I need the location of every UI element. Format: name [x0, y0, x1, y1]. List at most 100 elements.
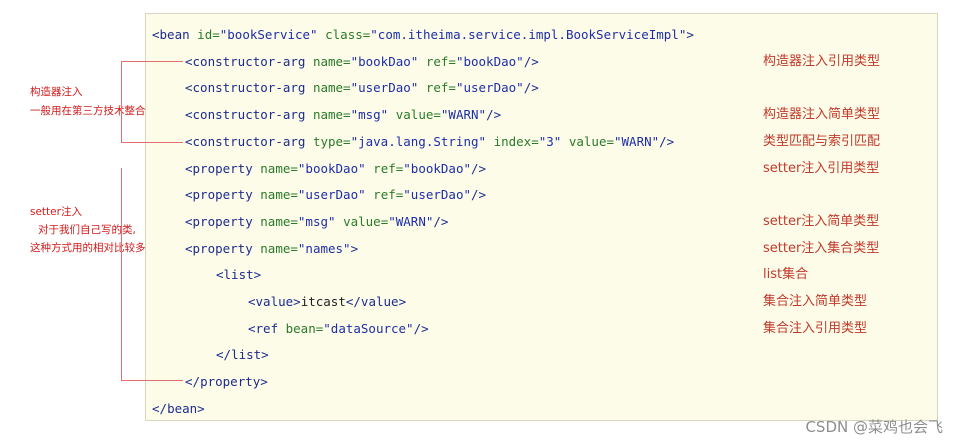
code-value: "bookDao" [297, 161, 366, 176]
code-attr: name= [252, 161, 298, 176]
code-attr: name= [252, 241, 298, 256]
code-token: < [152, 27, 160, 42]
code-tag: property [192, 241, 253, 256]
code-value: "dataSource" [323, 321, 414, 336]
note-collection-simple: 集合注入简单类型 [763, 294, 868, 309]
code-attr: index= [486, 134, 539, 149]
code-token: > [261, 347, 269, 362]
code-token: /> [471, 187, 487, 202]
code-line-value: <value>itcast</value> [248, 291, 406, 313]
code-token: > [197, 401, 205, 416]
code-tag: list [223, 267, 254, 282]
setter-bracket-vertical [121, 168, 122, 381]
code-tag: constructor-arg [192, 80, 306, 95]
code-line-prop-userdao: <property name="userDao" ref="userDao"/> [185, 184, 486, 206]
code-attr: bean= [278, 321, 324, 336]
note-setter-collection: setter注入集合类型 [763, 241, 880, 256]
code-token: < [185, 80, 193, 95]
code-token: < [248, 321, 256, 336]
code-attr: name= [305, 80, 351, 95]
code-attr: ref= [418, 54, 456, 69]
code-tag: list [231, 347, 262, 362]
code-token: </ [152, 401, 168, 416]
code-line-prop-msg: <property name="msg" value="WARN"/> [185, 211, 448, 233]
code-attr: name= [252, 187, 298, 202]
code-value: "userDao" [350, 80, 419, 95]
code-token: < [185, 134, 193, 149]
code-token: < [185, 107, 193, 122]
code-attr: ref= [365, 161, 404, 176]
code-value: "com.itheima.service.impl.BookServiceImp… [370, 27, 687, 42]
code-value: "msg" [350, 107, 389, 122]
code-token: < [216, 267, 224, 282]
ctor-bracket-bottom [121, 142, 183, 143]
code-value: "WARN" [614, 134, 660, 149]
code-line-property-close: </property> [185, 371, 268, 393]
code-line-ctor-msg: <constructor-arg name="msg" value="WARN"… [185, 104, 501, 126]
code-token: < [185, 187, 193, 202]
note-ctor-ref: 构造器注入引用类型 [763, 54, 881, 69]
code-token: /> [523, 80, 539, 95]
code-token: > [398, 294, 407, 309]
code-tag: constructor-arg [192, 107, 306, 122]
code-attr: ref= [365, 187, 404, 202]
code-line-list-close: </list> [216, 344, 269, 366]
code-token: /> [433, 214, 449, 229]
code-line-prop-bookdao: <property name="bookDao" ref="bookDao"/> [185, 158, 486, 180]
note-ctor-simple: 构造器注入简单类型 [763, 107, 881, 122]
code-tag: constructor-arg [192, 54, 306, 69]
code-attr: type= [305, 134, 351, 149]
code-token: < [185, 241, 193, 256]
code-token: /> [659, 134, 675, 149]
code-attr: name= [305, 54, 351, 69]
code-token: /> [413, 321, 429, 336]
note-collection-ref: 集合注入引用类型 [763, 321, 868, 336]
code-token: < [185, 214, 193, 229]
code-line-ctor-userdao: <constructor-arg name="userDao" ref="use… [185, 77, 539, 99]
code-tag: constructor-arg [192, 134, 306, 149]
code-line-ref: <ref bean="dataSource"/> [248, 318, 429, 340]
code-tag: ref [255, 321, 279, 336]
code-line-bean-open: <bean id="bookService" class="com.itheim… [152, 24, 694, 46]
code-token: > [253, 267, 262, 282]
code-line-ctor-bookdao: <constructor-arg name="bookDao" ref="boo… [185, 51, 539, 73]
ctor-bracket-vertical [121, 61, 122, 143]
code-attr: class= [317, 27, 371, 42]
code-value: "WARN" [440, 107, 487, 122]
code-text: itcast [300, 294, 346, 309]
note-setter-simple: setter注入简单类型 [763, 214, 880, 229]
code-tag: property [192, 187, 253, 202]
code-value: "msg" [297, 214, 336, 229]
code-line-list-open: <list> [216, 264, 261, 286]
side-setter-title: setter注入 [30, 206, 82, 218]
code-token: < [185, 54, 193, 69]
code-attr: name= [305, 107, 351, 122]
code-attr: ref= [418, 80, 456, 95]
code-token: </ [216, 347, 232, 362]
code-tag: property [192, 161, 253, 176]
code-line-bean-close: </bean> [152, 398, 205, 420]
code-attr: id= [189, 27, 220, 42]
code-token: > [686, 27, 694, 42]
code-tag: bean [167, 401, 198, 416]
watermark: CSDN @菜鸡也会飞 [805, 418, 943, 436]
code-token: /> [523, 54, 539, 69]
note-type-index: 类型匹配与索引匹配 [763, 134, 881, 149]
code-token: </ [185, 374, 201, 389]
code-value: "bookService" [219, 27, 318, 42]
code-value: "userDao" [455, 80, 524, 95]
ctor-bracket-top [121, 61, 183, 62]
setter-bracket-bottom [121, 380, 183, 381]
code-value: "bookDao" [350, 54, 419, 69]
note-setter-ref: setter注入引用类型 [763, 161, 880, 176]
code-token: > [293, 294, 301, 309]
code-value: "java.lang.String" [350, 134, 487, 149]
code-token: > [350, 241, 359, 256]
code-value: "bookDao" [403, 161, 472, 176]
code-token: < [248, 294, 256, 309]
code-value: "names" [297, 241, 351, 256]
code-attr: value= [388, 107, 441, 122]
code-tag: value [255, 294, 294, 309]
code-value: "WARN" [388, 214, 434, 229]
note-list: list集合 [763, 267, 809, 282]
